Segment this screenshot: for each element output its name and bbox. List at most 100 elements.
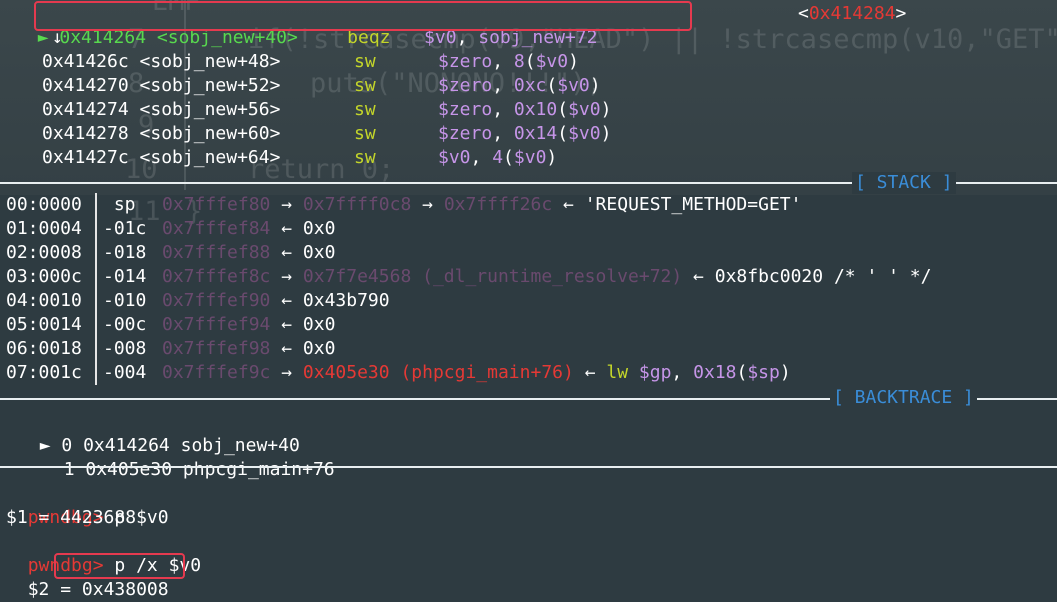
disasm-operand: $zero: [438, 123, 493, 144]
stack-row[interactable]: 03:000c -014 0x7fffef8c → 0x7f7e4568 (_dl_…: [6, 265, 931, 289]
disasm-mnemonic: sw: [354, 99, 376, 120]
stack-pointer-value: 0x7ffff0c8: [302, 194, 412, 215]
disasm-operand: $v0: [438, 147, 471, 168]
disasm-operands: $v0, 4($v0): [438, 147, 558, 168]
instruction-mnemonic: lw: [606, 362, 629, 383]
disasm-symbol: <sobj_new+56>: [139, 99, 281, 120]
stack-chain: 0x7fffef9c → 0x405e30 (phpcgi_main+76) ←…: [162, 361, 791, 385]
console-result-value: 0x438008: [81, 579, 169, 600]
right-arrow-icon: →: [281, 266, 293, 287]
disasm-address: 0x41426c: [42, 51, 129, 72]
stack-row[interactable]: 02:0008 -018 0x7fffef88 ← 0x0: [6, 241, 335, 265]
stack-pointer-value: 0x405e30 (phpcgi_main+76): [302, 362, 574, 383]
disasm-mnemonic: sw: [354, 123, 376, 144]
disasm-operands: $zero, 8($v0): [438, 51, 579, 72]
stack-value: 0x43b790: [302, 290, 390, 311]
stack-index-divider: [95, 193, 97, 385]
stack-offset: -00c: [103, 314, 147, 335]
stack-offset: -01c: [103, 218, 147, 239]
stack-chain: 0x7fffef80 → 0x7ffff0c8 → 0x7ffff26c ← '…: [162, 193, 801, 217]
stack-offset: -010: [103, 290, 147, 311]
stack-offset: -018: [103, 242, 147, 263]
stack-index: 02:0008: [6, 242, 82, 263]
stack-index: 05:0014: [6, 314, 82, 335]
disasm-base-register: $v0: [568, 99, 601, 120]
left-arrow-icon: ←: [584, 362, 596, 383]
stack-row[interactable]: 06:0018 -008 0x7fffef98 ← 0x0: [6, 337, 335, 361]
disasm-mnemonic: sw: [354, 51, 376, 72]
disasm-operand: $zero: [438, 99, 493, 120]
console-line: pwndbg> p $v0: [6, 482, 169, 528]
stack-row[interactable]: 00:0000 sp 0x7fffef80 → 0x7ffff0c8 → 0x7f…: [6, 193, 801, 217]
stack-index: 01:0004: [6, 218, 82, 239]
stack-address: 0x7fffef90: [162, 290, 271, 311]
disasm-symbol: <sobj_new+64>: [139, 147, 281, 168]
stack-chain: 0x7fffef90 ← 0x43b790: [162, 289, 390, 313]
left-arrow-icon: ←: [281, 338, 293, 359]
stack-instruction: lw $gp, 0x18($sp): [606, 362, 791, 383]
highlight-box-current-instruction: [34, 1, 692, 31]
stack-chain: 0x7fffef88 ← 0x0: [162, 241, 335, 265]
stack-address: 0x7fffef80: [162, 194, 271, 215]
console-separator: [0, 466, 1057, 468]
disasm-address: 0x414278: [42, 123, 129, 144]
console-line: pwndbg> p /x $v0: [6, 530, 201, 576]
stack-address: 0x7fffef94: [162, 314, 271, 335]
disasm-line[interactable]: 0x41426c <sobj_new+48> sw $zero, 8($v0): [42, 50, 579, 74]
stack-chain: 0x7fffef8c → 0x7f7e4568 (_dl_runtime_res…: [162, 265, 931, 289]
backtrace-frame[interactable]: 1 0x405e30 phpcgi_main+76: [42, 434, 335, 480]
stack-value: 0x0: [302, 338, 336, 359]
instruction-register: $sp: [747, 362, 780, 383]
left-arrow-icon: ←: [281, 314, 293, 335]
stack-index: 03:000c: [6, 266, 82, 287]
branch-target: <0x414284>: [798, 3, 907, 24]
disasm-symbol: <sobj_new+52>: [139, 75, 281, 96]
stack-index: 00:0000: [6, 194, 82, 215]
stack-chain: 0x7fffef84 ← 0x0: [162, 217, 335, 241]
right-arrow-icon: →: [281, 362, 293, 383]
instruction-register: $gp: [638, 362, 672, 383]
disasm-offset: 8: [513, 51, 525, 72]
disasm-line[interactable]: 0x41427c <sobj_new+64> sw $v0, 4($v0): [42, 146, 557, 170]
stack-pointer-value: 0x7f7e4568 (_dl_runtime_resolve+72): [302, 266, 683, 287]
stack-value: 'REQUEST_METHOD=GET': [584, 194, 802, 215]
right-arrow-icon: →: [281, 194, 293, 215]
stack-value: 0x0: [302, 242, 336, 263]
left-arrow-icon: ←: [281, 218, 293, 239]
backtrace-frame[interactable]: ► 0 0x414264 sobj_new+40: [18, 410, 300, 456]
stack-chain: 0x7fffef98 ← 0x0: [162, 337, 335, 361]
stack-value: 0x0: [302, 314, 336, 335]
disasm-operand: $zero: [438, 75, 493, 96]
left-arrow-icon: ←: [281, 242, 293, 263]
disasm-line[interactable]: 0x414278 <sobj_new+60> sw $zero, 0x14($v0): [42, 122, 611, 146]
stack-row[interactable]: 04:0010 -010 0x7fffef90 ← 0x43b790: [6, 289, 390, 313]
stack-index: 04:0010: [6, 290, 82, 311]
stack-pointer-value: 0x7ffff26c: [443, 194, 553, 215]
disasm-operands: $zero, 0x10($v0): [438, 99, 612, 120]
right-arrow-icon: →: [422, 194, 433, 215]
disasm-line[interactable]: 0x414274 <sobj_new+56> sw $zero, 0x10($v0): [42, 98, 611, 122]
branch-arrow-icon: ↓: [52, 27, 63, 48]
disasm-line[interactable]: 0x414270 <sobj_new+52> sw $zero, 0xc($v0): [42, 74, 601, 98]
stack-address: 0x7fffef9c: [162, 362, 271, 383]
stack-row[interactable]: 01:0004 -01c 0x7fffef84 ← 0x0: [6, 217, 335, 241]
stack-index: 06:0018: [6, 338, 82, 359]
disasm-symbol: <sobj_new+60>: [139, 123, 281, 144]
stack-index: 07:001c: [6, 362, 82, 383]
highlight-box-result: [54, 553, 185, 579]
disasm-base-register: $v0: [557, 75, 590, 96]
disasm-symbol: <sobj_new+48>: [139, 51, 281, 72]
left-arrow-icon: ←: [563, 194, 574, 215]
disasm-operands: $zero, 0xc($v0): [438, 75, 601, 96]
disasm-address: 0x41427c: [42, 147, 129, 168]
stack-row[interactable]: 07:001c -004 0x7fffef9c → 0x405e30 (phpcgi…: [6, 361, 791, 385]
stack-chain: 0x7fffef94 ← 0x0: [162, 313, 335, 337]
disasm-offset: 4: [492, 147, 504, 168]
stack-address: 0x7fffef98: [162, 338, 271, 359]
stack-address: 0x7fffef88: [162, 242, 271, 263]
disasm-address: 0x414274: [42, 99, 129, 120]
stack-row[interactable]: 05:0014 -00c 0x7fffef94 ← 0x0: [6, 313, 335, 337]
disasm-offset: 0x14: [513, 123, 558, 144]
disasm-offset: 0x10: [513, 99, 558, 120]
disasm-mnemonic: sw: [354, 147, 376, 168]
